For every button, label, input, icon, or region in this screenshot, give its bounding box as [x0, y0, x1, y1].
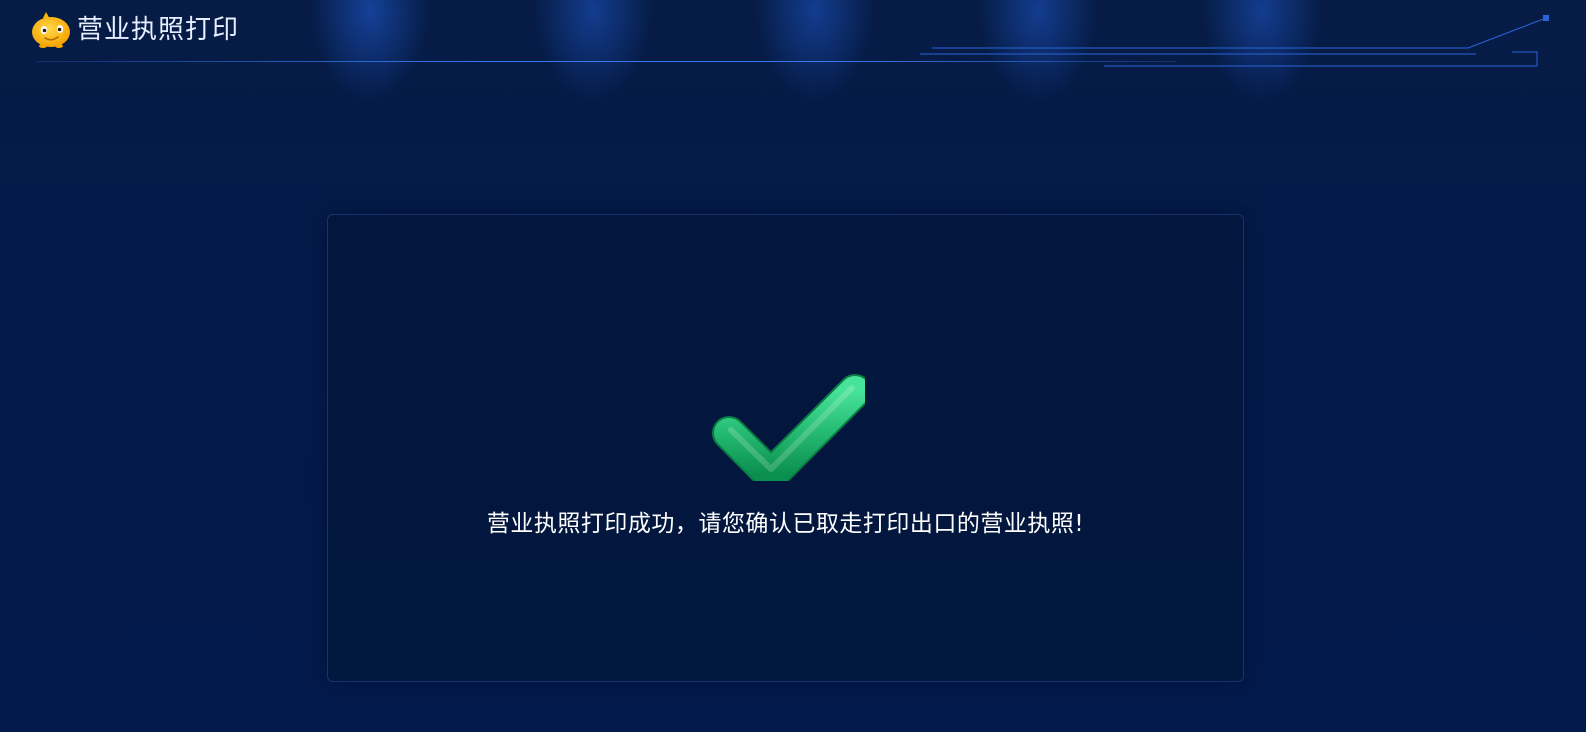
mascot-logo-icon: [30, 11, 72, 49]
page-title: 营业执照打印: [77, 15, 240, 45]
app-header: 营业执照打印: [0, 0, 1586, 70]
result-panel: 营业执照打印成功，请您确认已取走打印出口的营业执照!: [327, 214, 1244, 682]
success-message: 营业执照打印成功，请您确认已取走打印出口的营业执照!: [486, 511, 1085, 537]
header-decoration: [920, 15, 1549, 67]
success-checkmark-icon: [705, 359, 872, 492]
